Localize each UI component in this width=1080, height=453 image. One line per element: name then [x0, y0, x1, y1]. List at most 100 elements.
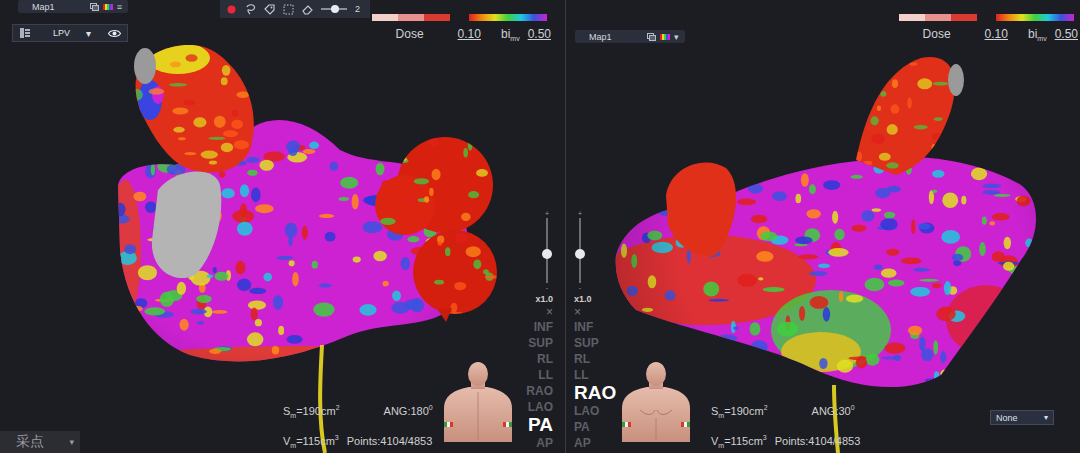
eye-icon[interactable]	[108, 29, 121, 38]
map-copy-icon[interactable]	[647, 33, 656, 41]
volume: Vm=115cm3	[711, 434, 767, 449]
map-dropdown-arrow[interactable]: ≡	[117, 2, 122, 12]
map-region	[907, 98, 911, 109]
view-option[interactable]: LL	[574, 367, 589, 383]
map-region	[149, 88, 165, 94]
map-region	[383, 154, 387, 161]
layer-dropdown-arrow[interactable]: ▾	[86, 28, 91, 39]
map-region	[877, 105, 881, 111]
zoom-in[interactable]: +	[545, 210, 549, 217]
map-region	[214, 116, 226, 128]
map-region	[147, 143, 152, 149]
map-region	[243, 158, 259, 169]
brush-size-slider[interactable]	[321, 5, 347, 13]
zoom-in[interactable]: +	[578, 210, 582, 217]
view-option[interactable]: INF	[534, 319, 553, 335]
view-option[interactable]: LL	[538, 367, 553, 383]
map-region	[454, 282, 466, 290]
map-region	[953, 361, 959, 376]
map-region	[892, 79, 898, 88]
zoom-knob[interactable]	[542, 249, 552, 259]
scale-max[interactable]: 0.50	[528, 27, 551, 41]
view-option[interactable]: SUP	[528, 335, 553, 351]
map-region	[150, 160, 156, 164]
volume: Vm=115cm3	[283, 434, 339, 449]
scale-max[interactable]: 0.50	[1055, 27, 1078, 41]
map-region	[716, 379, 738, 385]
layer-selector[interactable]: LPV▾	[12, 24, 128, 42]
map-region	[473, 259, 481, 269]
view-option[interactable]: LAO	[574, 403, 599, 419]
map-selector[interactable]: Map1 ▾	[575, 30, 685, 43]
map-region	[625, 204, 639, 209]
map-region	[380, 218, 396, 225]
map-region	[483, 311, 494, 316]
shading-dropdown[interactable]: None▾	[990, 410, 1054, 425]
view-option[interactable]: RAO	[526, 383, 553, 399]
view-option[interactable]: RAO	[574, 383, 616, 403]
map-region	[1020, 307, 1040, 316]
select-area-icon[interactable]	[283, 4, 294, 15]
map-region	[183, 100, 195, 106]
map-region	[887, 124, 898, 135]
capture-menu[interactable]: 采点▾	[0, 431, 80, 453]
map-region	[1021, 289, 1032, 296]
scale-min[interactable]: 0.10	[458, 27, 481, 41]
map-viewport[interactable]: Map1▾Dose0.10bimv0.50+-x1.0×INFSUPRLLLRA…	[565, 0, 1080, 453]
colorbar-icon[interactable]	[660, 34, 670, 40]
map-region	[973, 338, 981, 343]
view-option[interactable]: PA	[574, 419, 590, 435]
map-region	[145, 152, 152, 159]
map-region	[434, 280, 444, 285]
map-region	[483, 269, 489, 274]
scale-min[interactable]: 0.10	[985, 27, 1008, 41]
map-region	[429, 188, 433, 196]
map-region	[432, 169, 441, 180]
zoom-out[interactable]: -	[546, 284, 548, 291]
map-region	[168, 347, 173, 360]
view-option[interactable]: SUP	[574, 335, 599, 351]
eraser-icon[interactable]	[302, 4, 313, 15]
view-option[interactable]: PA	[528, 415, 553, 435]
map-label: Map1	[589, 32, 612, 42]
view-option[interactable]: RL	[574, 351, 590, 367]
appendage	[856, 57, 955, 175]
zoom-knob[interactable]	[575, 249, 585, 259]
view-option[interactable]: AP	[574, 435, 591, 451]
view-option[interactable]: RL	[537, 351, 553, 367]
map-region	[146, 145, 157, 157]
map-region	[361, 348, 376, 355]
map-region	[479, 315, 486, 320]
close-button[interactable]: ×	[574, 305, 581, 319]
map-label: Map1	[32, 2, 55, 12]
heart-map[interactable]	[566, 0, 1080, 453]
map-copy-icon[interactable]	[90, 3, 99, 11]
map-region	[184, 152, 196, 155]
map-viewport[interactable]: Map1≡LPV▾2Dose0.10bimv0.50+-x1.0×INFSUPR…	[0, 0, 565, 453]
map-region	[476, 169, 488, 177]
colorbar-icon[interactable]	[103, 4, 113, 10]
valve-mask	[152, 172, 221, 278]
lasso-icon[interactable]	[245, 4, 256, 15]
brush-size-value: 2	[355, 4, 360, 14]
map-region	[347, 139, 351, 144]
map-region	[482, 309, 488, 320]
zoom-slider[interactable]: +-	[541, 210, 553, 291]
map-region	[130, 89, 143, 101]
map-selector[interactable]: Map1 ≡	[18, 0, 128, 13]
view-angle: ANG:300	[812, 404, 855, 417]
map-region	[468, 140, 473, 151]
tag-icon[interactable]	[264, 4, 275, 15]
close-button[interactable]: ×	[546, 305, 553, 319]
dose-scale	[899, 14, 977, 21]
zoom-out[interactable]: -	[579, 284, 581, 291]
voltage-scale	[469, 14, 547, 21]
view-option[interactable]: INF	[574, 319, 593, 335]
view-option[interactable]: LAO	[528, 399, 553, 415]
map-dropdown-arrow[interactable]: ▾	[674, 32, 679, 42]
map-region	[637, 321, 656, 334]
record-icon[interactable]	[226, 4, 237, 15]
view-option[interactable]: AP	[536, 435, 553, 451]
map-region	[977, 329, 999, 341]
zoom-slider[interactable]: +-	[574, 210, 586, 291]
